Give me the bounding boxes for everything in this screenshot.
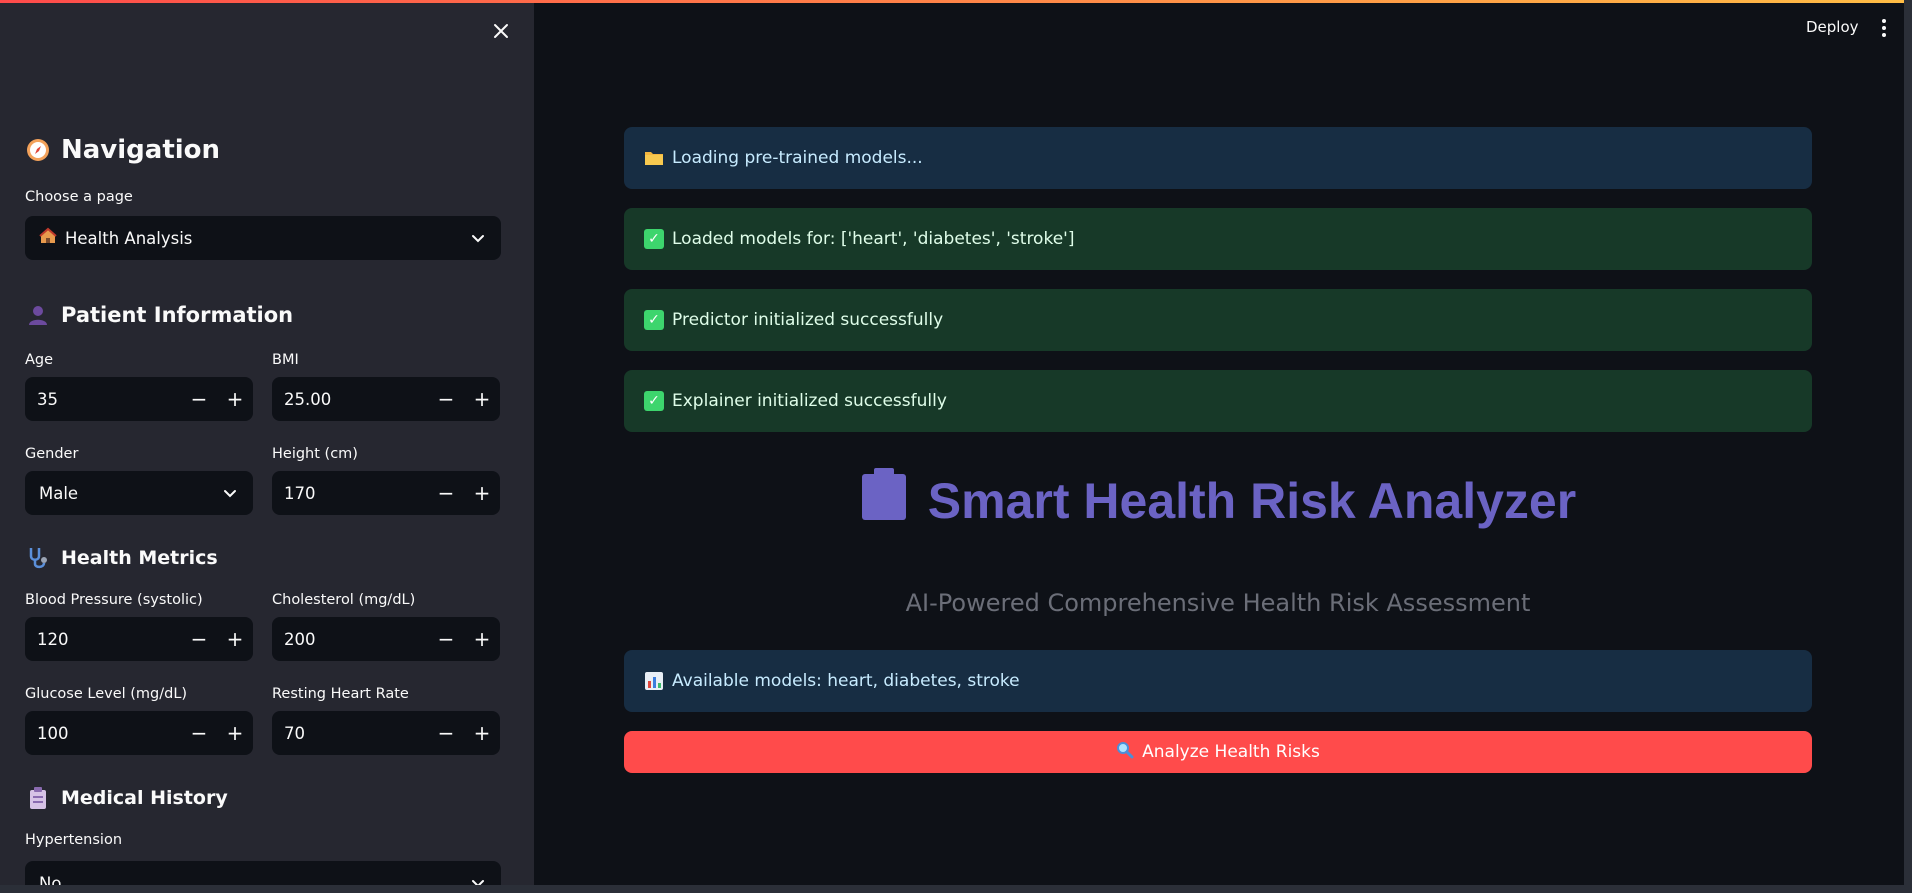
models-loaded-alert: ✓ Loaded models for: ['heart', 'diabetes… [624,208,1812,270]
menu-dot [1882,33,1886,37]
page-select-label: Choose a page [25,189,133,205]
gender-value: Male [39,483,79,503]
age-value[interactable]: 35 [25,390,181,409]
predictor-alert: ✓ Predictor initialized successfully [624,289,1812,351]
age-input[interactable]: 35 − + [25,377,253,421]
analyze-label: Analyze Health Risks [1142,742,1320,762]
sidebar: Navigation Choose a page Health Analysis… [0,0,534,885]
bp-increment-button[interactable]: + [217,617,253,661]
page-subtitle: AI-Powered Comprehensive Health Risk Ass… [905,589,1531,617]
cholesterol-label: Cholesterol (mg/dL) [272,592,416,608]
bar-chart-icon [644,671,664,691]
analyze-button[interactable]: Analyze Health Risks [624,731,1812,773]
menu-dot [1882,26,1886,30]
bp-input[interactable]: 120 − + [25,617,253,661]
glucose-input[interactable]: 100 − + [25,711,253,755]
magnifier-icon [1116,741,1134,764]
heart-rate-increment-button[interactable]: + [464,711,500,755]
page-select[interactable]: Health Analysis [25,216,501,260]
gender-label: Gender [25,446,79,462]
page-title: Smart Health Risk Analyzer [860,468,1576,534]
bmi-input[interactable]: 25.00 − + [272,377,500,421]
bp-decrement-button[interactable]: − [181,617,217,661]
age-decrement-button[interactable]: − [181,377,217,421]
glucose-increment-button[interactable]: + [217,711,253,755]
patient-heading: Patient Information [25,296,501,334]
close-sidebar-button[interactable] [486,16,516,46]
cholesterol-decrement-button[interactable]: − [428,617,464,661]
height-value[interactable]: 170 [272,484,428,503]
height-label: Height (cm) [272,446,358,462]
stethoscope-icon [25,545,51,571]
cholesterol-value[interactable]: 200 [272,630,428,649]
person-icon [25,302,51,328]
title-text: Smart Health Risk Analyzer [927,473,1577,529]
folder-icon [644,148,664,168]
house-icon [39,227,57,249]
chevron-down-icon [472,235,484,243]
hypertension-select[interactable]: No [25,861,501,885]
age-label: Age [25,352,54,368]
cholesterol-input[interactable]: 200 − + [272,617,500,661]
bmi-increment-button[interactable]: + [464,377,500,421]
loading-models-alert: Loading pre-trained models... [624,127,1812,189]
age-increment-button[interactable]: + [217,377,253,421]
height-decrement-button[interactable]: − [428,471,464,515]
heart-rate-label: Resting Heart Rate [272,686,409,702]
bp-label: Blood Pressure (systolic) [25,592,203,608]
close-icon [494,24,508,38]
window-frame-bottom [0,885,1912,893]
bmi-label: BMI [272,352,299,368]
glucose-label: Glucose Level (mg/dL) [25,686,188,702]
cholesterol-increment-button[interactable]: + [464,617,500,661]
alert-text: Explainer initialized successfully [672,391,947,411]
patient-title: Patient Information [61,303,294,327]
height-input[interactable]: 170 − + [272,471,500,515]
heart-rate-input[interactable]: 70 − + [272,711,500,755]
hypertension-label: Hypertension [25,832,123,848]
top-decoration-bar [0,0,1912,3]
history-heading: Medical History [25,779,501,817]
main-menu-button[interactable] [1872,14,1896,42]
deploy-button[interactable]: Deploy [1798,14,1867,40]
heart-rate-value[interactable]: 70 [272,724,428,743]
checkmark-icon: ✓ [644,391,664,411]
bp-value[interactable]: 120 [25,630,181,649]
page-select-value: Health Analysis [65,228,193,248]
explainer-alert: ✓ Explainer initialized successfully [624,370,1812,432]
clipboard-icon [25,785,51,811]
metrics-title: Health Metrics [61,547,218,569]
compass-icon [25,137,51,163]
hypertension-value: No [39,873,62,886]
gender-select[interactable]: Male [25,471,253,515]
navigation-title: Navigation [61,135,221,165]
glucose-value[interactable]: 100 [25,724,181,743]
bmi-value[interactable]: 25.00 [272,390,428,409]
menu-dot [1882,19,1886,23]
history-title: Medical History [61,787,228,809]
available-models-alert: Available models: heart, diabetes, strok… [624,650,1812,712]
height-increment-button[interactable]: + [464,471,500,515]
checkmark-icon: ✓ [644,229,664,249]
alert-text: Predictor initialized successfully [672,310,944,330]
metrics-heading: Health Metrics [25,539,501,577]
alert-text: Loading pre-trained models... [672,148,923,168]
alert-text: Available models: heart, diabetes, strok… [672,671,1020,691]
chevron-down-icon [472,880,484,885]
navigation-heading: Navigation [25,128,501,172]
bmi-decrement-button[interactable]: − [428,377,464,421]
clipboard-icon [860,468,908,534]
window-frame-right [1904,0,1912,893]
alert-text: Loaded models for: ['heart', 'diabetes',… [672,229,1075,249]
main-content: Loading pre-trained models... ✓ Loaded m… [624,127,1812,773]
title-block: Smart Health Risk Analyzer [624,451,1812,551]
chevron-down-icon [224,490,236,498]
checkmark-icon: ✓ [644,310,664,330]
glucose-decrement-button[interactable]: − [181,711,217,755]
heart-rate-decrement-button[interactable]: − [428,711,464,755]
